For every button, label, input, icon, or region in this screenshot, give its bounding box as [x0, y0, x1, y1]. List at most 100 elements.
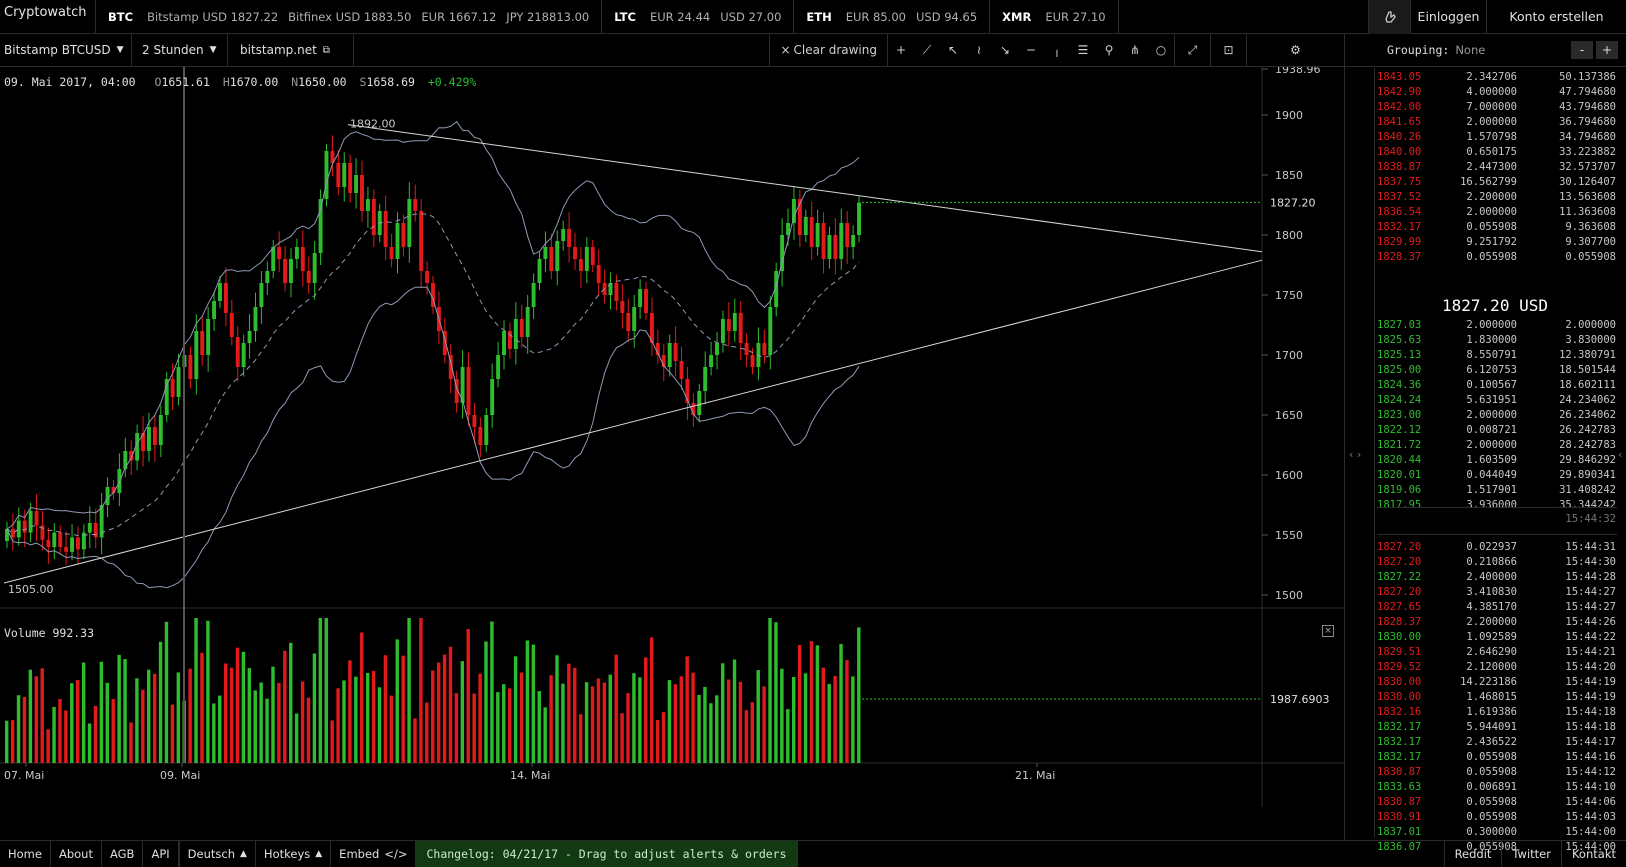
candle-body[interactable] — [360, 175, 364, 211]
bids-row[interactable]: 1824.24 5.631951 24.234062 — [1345, 393, 1626, 408]
candle-body[interactable] — [472, 415, 477, 427]
close-volume-icon[interactable]: × — [1322, 625, 1334, 637]
footer-link-kontakt[interactable]: Kontakt — [1560, 840, 1626, 867]
chart-area[interactable]: 1938.96 1900 1850 1800 1750 1700 1650 1600 1550 1… — [0, 63, 1344, 840]
candle-body[interactable] — [549, 247, 554, 271]
line-tool-icon[interactable]: ⟋ — [914, 34, 940, 67]
candle-body[interactable] — [28, 511, 33, 533]
candle-body[interactable] — [857, 202, 861, 235]
circle-tool-icon[interactable]: ○ — [1148, 34, 1174, 67]
bids-row[interactable]: 1823.00 2.000000 26.234062 — [1345, 408, 1626, 423]
pitchfork-tool-icon[interactable]: ⋔ — [1122, 34, 1148, 67]
candle-body[interactable] — [667, 343, 672, 367]
candle-body[interactable] — [70, 537, 75, 552]
embed-button[interactable]: Embed </> — [331, 840, 417, 867]
candle-body[interactable] — [389, 247, 394, 259]
grouping-value[interactable]: None — [1455, 43, 1485, 57]
bids-row[interactable]: 1819.06 1.517901 31.408242 — [1345, 483, 1626, 498]
candle-body[interactable] — [578, 259, 583, 271]
ticker-quote[interactable]: EUR 85.00 — [846, 10, 906, 24]
candle-body[interactable] — [407, 199, 412, 247]
ticker-xmr[interactable]: XMR EUR 27.10 — [990, 0, 1119, 34]
ticker-quote[interactable]: USD 27.00 — [720, 10, 781, 24]
candle-body[interactable] — [496, 355, 501, 379]
candle-body[interactable] — [10, 529, 15, 538]
candle-body[interactable] — [324, 151, 329, 199]
bids-row[interactable]: 1825.00 6.120753 18.501544 — [1345, 363, 1626, 378]
candle-body[interactable] — [218, 283, 222, 301]
candle-body[interactable] — [626, 313, 631, 331]
candle-body[interactable] — [64, 547, 69, 552]
asks-row[interactable]: 1837.75 16.562799 30.126407 — [1345, 175, 1626, 190]
candle-body[interactable] — [720, 319, 725, 343]
theme-toggle-button[interactable] — [1368, 0, 1410, 34]
candle-body[interactable] — [259, 283, 264, 307]
candle-body[interactable] — [194, 331, 199, 379]
candle-body[interactable] — [206, 319, 211, 355]
candle-body[interactable] — [16, 520, 21, 538]
candle-body[interactable] — [484, 415, 489, 445]
asks-row[interactable]: 1843.05 2.342706 50.137386 — [1345, 70, 1626, 85]
footer-link-about[interactable]: About — [51, 840, 102, 867]
candle-body[interactable] — [200, 331, 205, 355]
horizontal-line-tool-icon[interactable]: ─ — [1018, 34, 1044, 67]
candle-body[interactable] — [158, 415, 163, 445]
candle-body[interactable] — [537, 259, 542, 283]
ticker-quote[interactable]: EUR 27.10 — [1045, 10, 1105, 24]
bids-row[interactable]: 1825.13 8.550791 12.380791 — [1345, 348, 1626, 363]
ticker-quote[interactable]: EUR 1667.12 — [421, 10, 496, 24]
candle-body[interactable] — [821, 223, 826, 259]
candle-body[interactable] — [223, 283, 228, 313]
candle-body[interactable] — [845, 223, 850, 247]
candle-body[interactable] — [614, 283, 619, 301]
candle-body[interactable] — [726, 319, 731, 331]
clear-drawing-button[interactable]: × Clear drawing — [769, 33, 888, 67]
footer-link-reddit[interactable]: Reddit — [1443, 840, 1502, 867]
candle-body[interactable] — [525, 307, 530, 337]
candle-body[interactable] — [336, 163, 341, 187]
candle-body[interactable] — [395, 223, 400, 259]
candle-body[interactable] — [318, 199, 323, 253]
hotkeys-button[interactable]: Hotkeys ▲ — [256, 840, 332, 867]
footer-link-api[interactable]: API — [143, 840, 179, 867]
grouping-increase-button[interactable]: + — [1596, 41, 1618, 59]
candle-body[interactable] — [644, 289, 648, 313]
candle-body[interactable] — [271, 247, 276, 271]
ticker-quote[interactable]: Bitfinex USD 1883.50 — [288, 10, 411, 24]
candle-body[interactable] — [697, 391, 702, 415]
bids-row[interactable]: 1820.01 0.044049 29.890341 — [1345, 468, 1626, 483]
candle-body[interactable] — [419, 211, 424, 271]
ticker-eth[interactable]: ETH EUR 85.00 USD 94.65 — [794, 0, 991, 34]
candle-body[interactable] — [803, 217, 808, 235]
asks-row[interactable]: 1838.87 2.447300 32.573707 — [1345, 160, 1626, 175]
candle-body[interactable] — [732, 313, 737, 331]
asks-row[interactable]: 1842.90 4.000000 47.794680 — [1345, 85, 1626, 100]
bids-row[interactable]: 1824.36 0.100567 18.602111 — [1345, 378, 1626, 393]
candle-body[interactable] — [229, 313, 234, 337]
candle-body[interactable] — [383, 211, 388, 247]
candle-body[interactable] — [306, 271, 311, 283]
candle-body[interactable] — [809, 217, 814, 247]
ticker-quote[interactable]: JPY 218813.00 — [506, 10, 589, 24]
candle-body[interactable] — [247, 331, 252, 343]
market-select[interactable]: Bitstamp BTCUSD ▼ — [0, 33, 132, 67]
candle-body[interactable] — [584, 247, 589, 271]
logo[interactable]: Cryptowatch — [0, 0, 96, 34]
bids-row[interactable]: 1817.95 3.936000 35.344242 — [1345, 498, 1626, 513]
ray-tool-icon[interactable]: ↖ — [940, 34, 966, 67]
bids-row[interactable]: 1827.03 2.000000 2.000000 — [1345, 318, 1626, 333]
candle-body[interactable] — [58, 532, 63, 547]
bids-row[interactable]: 1820.44 1.603509 29.846292 — [1345, 453, 1626, 468]
candle-body[interactable] — [513, 319, 518, 349]
changelog-banner[interactable]: Changelog: 04/21/17 - Drag to adjust ale… — [416, 840, 798, 867]
login-button[interactable]: Einloggen — [1410, 0, 1486, 34]
candle-body[interactable] — [235, 337, 240, 367]
candle-body[interactable] — [212, 301, 217, 319]
candle-body[interactable] — [679, 361, 684, 379]
candle-body[interactable] — [425, 271, 430, 283]
candle-body[interactable] — [283, 259, 288, 283]
asks-row[interactable]: 1829.99 9.251792 9.307700 — [1345, 235, 1626, 250]
candle-body[interactable] — [46, 539, 51, 547]
candle-body[interactable] — [762, 343, 767, 355]
candle-body[interactable] — [478, 427, 483, 445]
